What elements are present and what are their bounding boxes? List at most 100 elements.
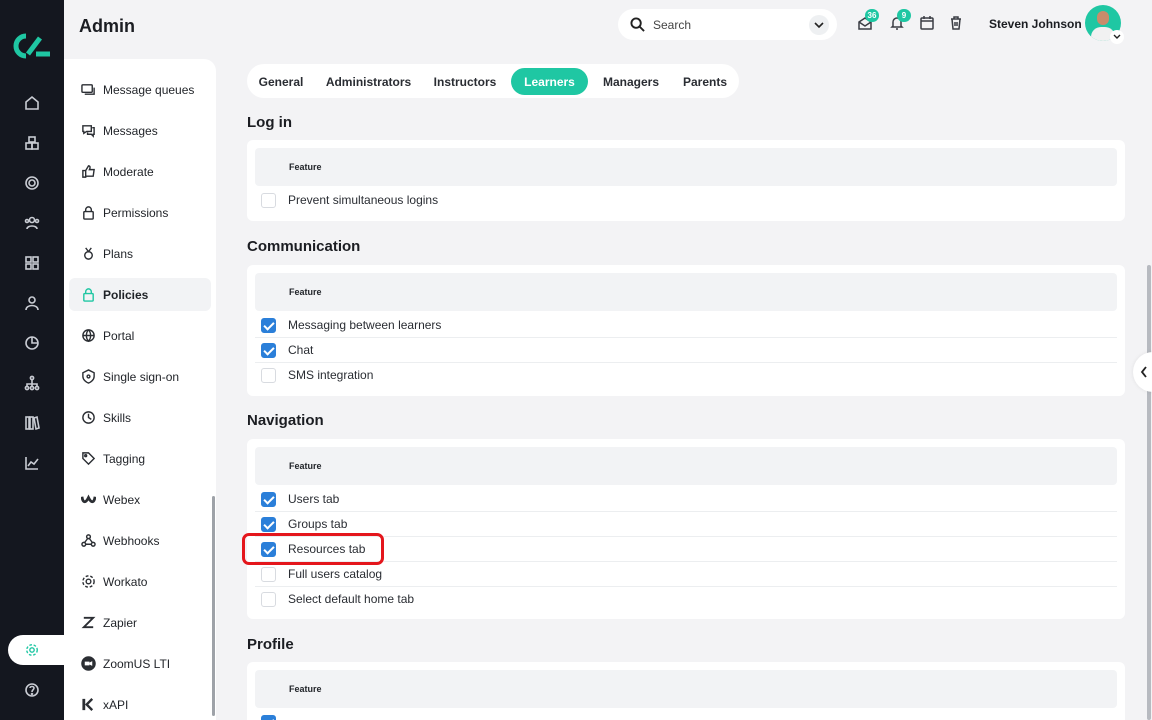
sidebar-item-label: Workato [103, 574, 148, 589]
gear-icon [80, 574, 96, 590]
search-box[interactable]: Search [618, 9, 837, 40]
sidebar-item-webhooks[interactable]: Webhooks [69, 524, 211, 557]
sidebar-item-moderate[interactable]: Moderate [69, 155, 211, 188]
sidebar-item-zoomus-lti[interactable]: ZoomUS LTI [69, 647, 211, 680]
home-icon[interactable] [22, 93, 42, 113]
sidebar-item-label: Message queues [103, 82, 195, 97]
sidebar-item-label: Portal [103, 328, 135, 343]
profile-card: Feature [247, 662, 1125, 720]
chevron-down-icon [1113, 34, 1121, 39]
xapi-icon [80, 697, 96, 713]
app-logo[interactable] [12, 32, 52, 60]
profile-feature-checkbox[interactable] [261, 715, 276, 720]
feature-label: Messaging between learners [288, 318, 442, 332]
section-title-profile: Profile [247, 636, 294, 653]
tab-learners[interactable]: Learners [511, 68, 588, 95]
sms-integration-checkbox[interactable] [261, 368, 276, 383]
chat-checkbox[interactable] [261, 343, 276, 358]
table-row: Full users catalog [255, 562, 1117, 587]
user-name[interactable]: Steven Johnson [989, 17, 1082, 31]
sidebar-item-plans[interactable]: Plans [69, 237, 211, 270]
sidebar-scrollbar[interactable] [212, 496, 215, 716]
library-icon[interactable] [22, 413, 42, 433]
sidebar-item-skills[interactable]: Skills [69, 401, 211, 434]
sidebar-item-portal[interactable]: Portal [69, 319, 211, 352]
page-scrollbar[interactable] [1147, 265, 1151, 720]
trash-icon [951, 16, 961, 30]
table-row [255, 713, 1117, 720]
main-nav-rail [0, 0, 78, 720]
sidebar-item-message-queues[interactable]: Message queues [69, 73, 211, 106]
communication-card: Feature Messaging between learners Chat … [247, 265, 1125, 396]
tab-administrators[interactable]: Administrators [318, 68, 419, 95]
sidebar-item-single-sign-on[interactable]: Single sign-on [69, 360, 211, 393]
prevent-simultaneous-logins-checkbox[interactable] [261, 193, 276, 208]
apps-icon[interactable] [22, 253, 42, 273]
sidebar-item-label: ZoomUS LTI [103, 656, 171, 671]
user-icon[interactable] [22, 293, 42, 313]
tab-instructors[interactable]: Instructors [427, 68, 503, 95]
zapier-icon [80, 615, 96, 631]
feature-column-header: Feature [289, 461, 322, 471]
feature-label: SMS integration [288, 368, 374, 382]
target-icon[interactable] [22, 173, 42, 193]
sidebar-item-workato[interactable]: Workato [69, 565, 211, 598]
sidebar-item-permissions[interactable]: Permissions [69, 196, 211, 229]
users-tab-checkbox[interactable] [261, 492, 276, 507]
feature-label: Select default home tab [288, 592, 415, 606]
section-title-communication: Communication [247, 238, 361, 255]
sidebar-item-label: Moderate [103, 164, 154, 179]
sidebar-item-label: Messages [103, 123, 158, 138]
pie-chart-icon[interactable] [22, 333, 42, 353]
navigation-card: Feature Users tab Groups tab Resources t… [247, 439, 1125, 619]
messages-button[interactable]: 36 [857, 9, 879, 31]
gear-icon [26, 644, 38, 656]
feature-label: Full users catalog [288, 567, 383, 581]
hierarchy-icon[interactable] [22, 373, 42, 393]
user-menu-chevron[interactable] [1110, 30, 1124, 44]
sidebar-item-policies[interactable]: Policies [69, 278, 211, 311]
tab-parents[interactable]: Parents [675, 68, 735, 95]
table-row: Groups tab [255, 512, 1117, 537]
feature-label: Chat [288, 343, 314, 357]
feature-label: Prevent simultaneous logins [288, 193, 439, 207]
sidebar-item-tagging[interactable]: Tagging [69, 442, 211, 475]
feature-column-header: Feature [289, 684, 322, 694]
section-title-navigation: Navigation [247, 412, 324, 429]
help-icon[interactable] [22, 680, 42, 700]
sidebar-item-zapier[interactable]: Zapier [69, 606, 211, 639]
table-row: SMS integration [255, 363, 1117, 388]
chevron-left-icon [1140, 366, 1147, 378]
sidebar-item-xapi[interactable]: xAPI [69, 688, 211, 720]
table-row: Chat [255, 338, 1117, 363]
messaging-between-learners-checkbox[interactable] [261, 318, 276, 333]
messages-count-badge: 36 [865, 9, 879, 22]
trash-button[interactable] [948, 15, 964, 31]
sidebar-item-label: Zapier [103, 615, 138, 630]
sidebar-item-webex[interactable]: Webex [69, 483, 211, 516]
tag-icon [80, 451, 96, 467]
courses-icon[interactable] [22, 133, 42, 153]
collapse-panel-button[interactable] [1133, 352, 1152, 392]
tab-general[interactable]: General [251, 68, 311, 95]
notifications-count-badge: 9 [897, 9, 911, 22]
zoom-icon [80, 656, 96, 672]
sidebar-item-label: Tagging [103, 451, 146, 466]
sidebar-item-messages[interactable]: Messages [69, 114, 211, 147]
lock-icon [80, 287, 96, 303]
line-chart-icon[interactable] [22, 453, 42, 473]
shield-icon [80, 369, 96, 385]
calendar-button[interactable] [919, 15, 935, 31]
full-users-catalog-checkbox[interactable] [261, 567, 276, 582]
select-default-home-tab-checkbox[interactable] [261, 592, 276, 607]
table-header: Feature [255, 447, 1117, 485]
thumbs-up-icon [80, 164, 96, 180]
tab-managers[interactable]: Managers [595, 68, 667, 95]
table-header: Feature [255, 148, 1117, 186]
users-icon[interactable] [22, 213, 42, 233]
sidebar-item-label: Webhooks [103, 533, 160, 548]
log-in-card: Feature Prevent simultaneous logins [247, 140, 1125, 221]
search-scope-dropdown[interactable] [809, 15, 829, 35]
notifications-button[interactable]: 9 [889, 9, 911, 31]
groups-tab-checkbox[interactable] [261, 517, 276, 532]
